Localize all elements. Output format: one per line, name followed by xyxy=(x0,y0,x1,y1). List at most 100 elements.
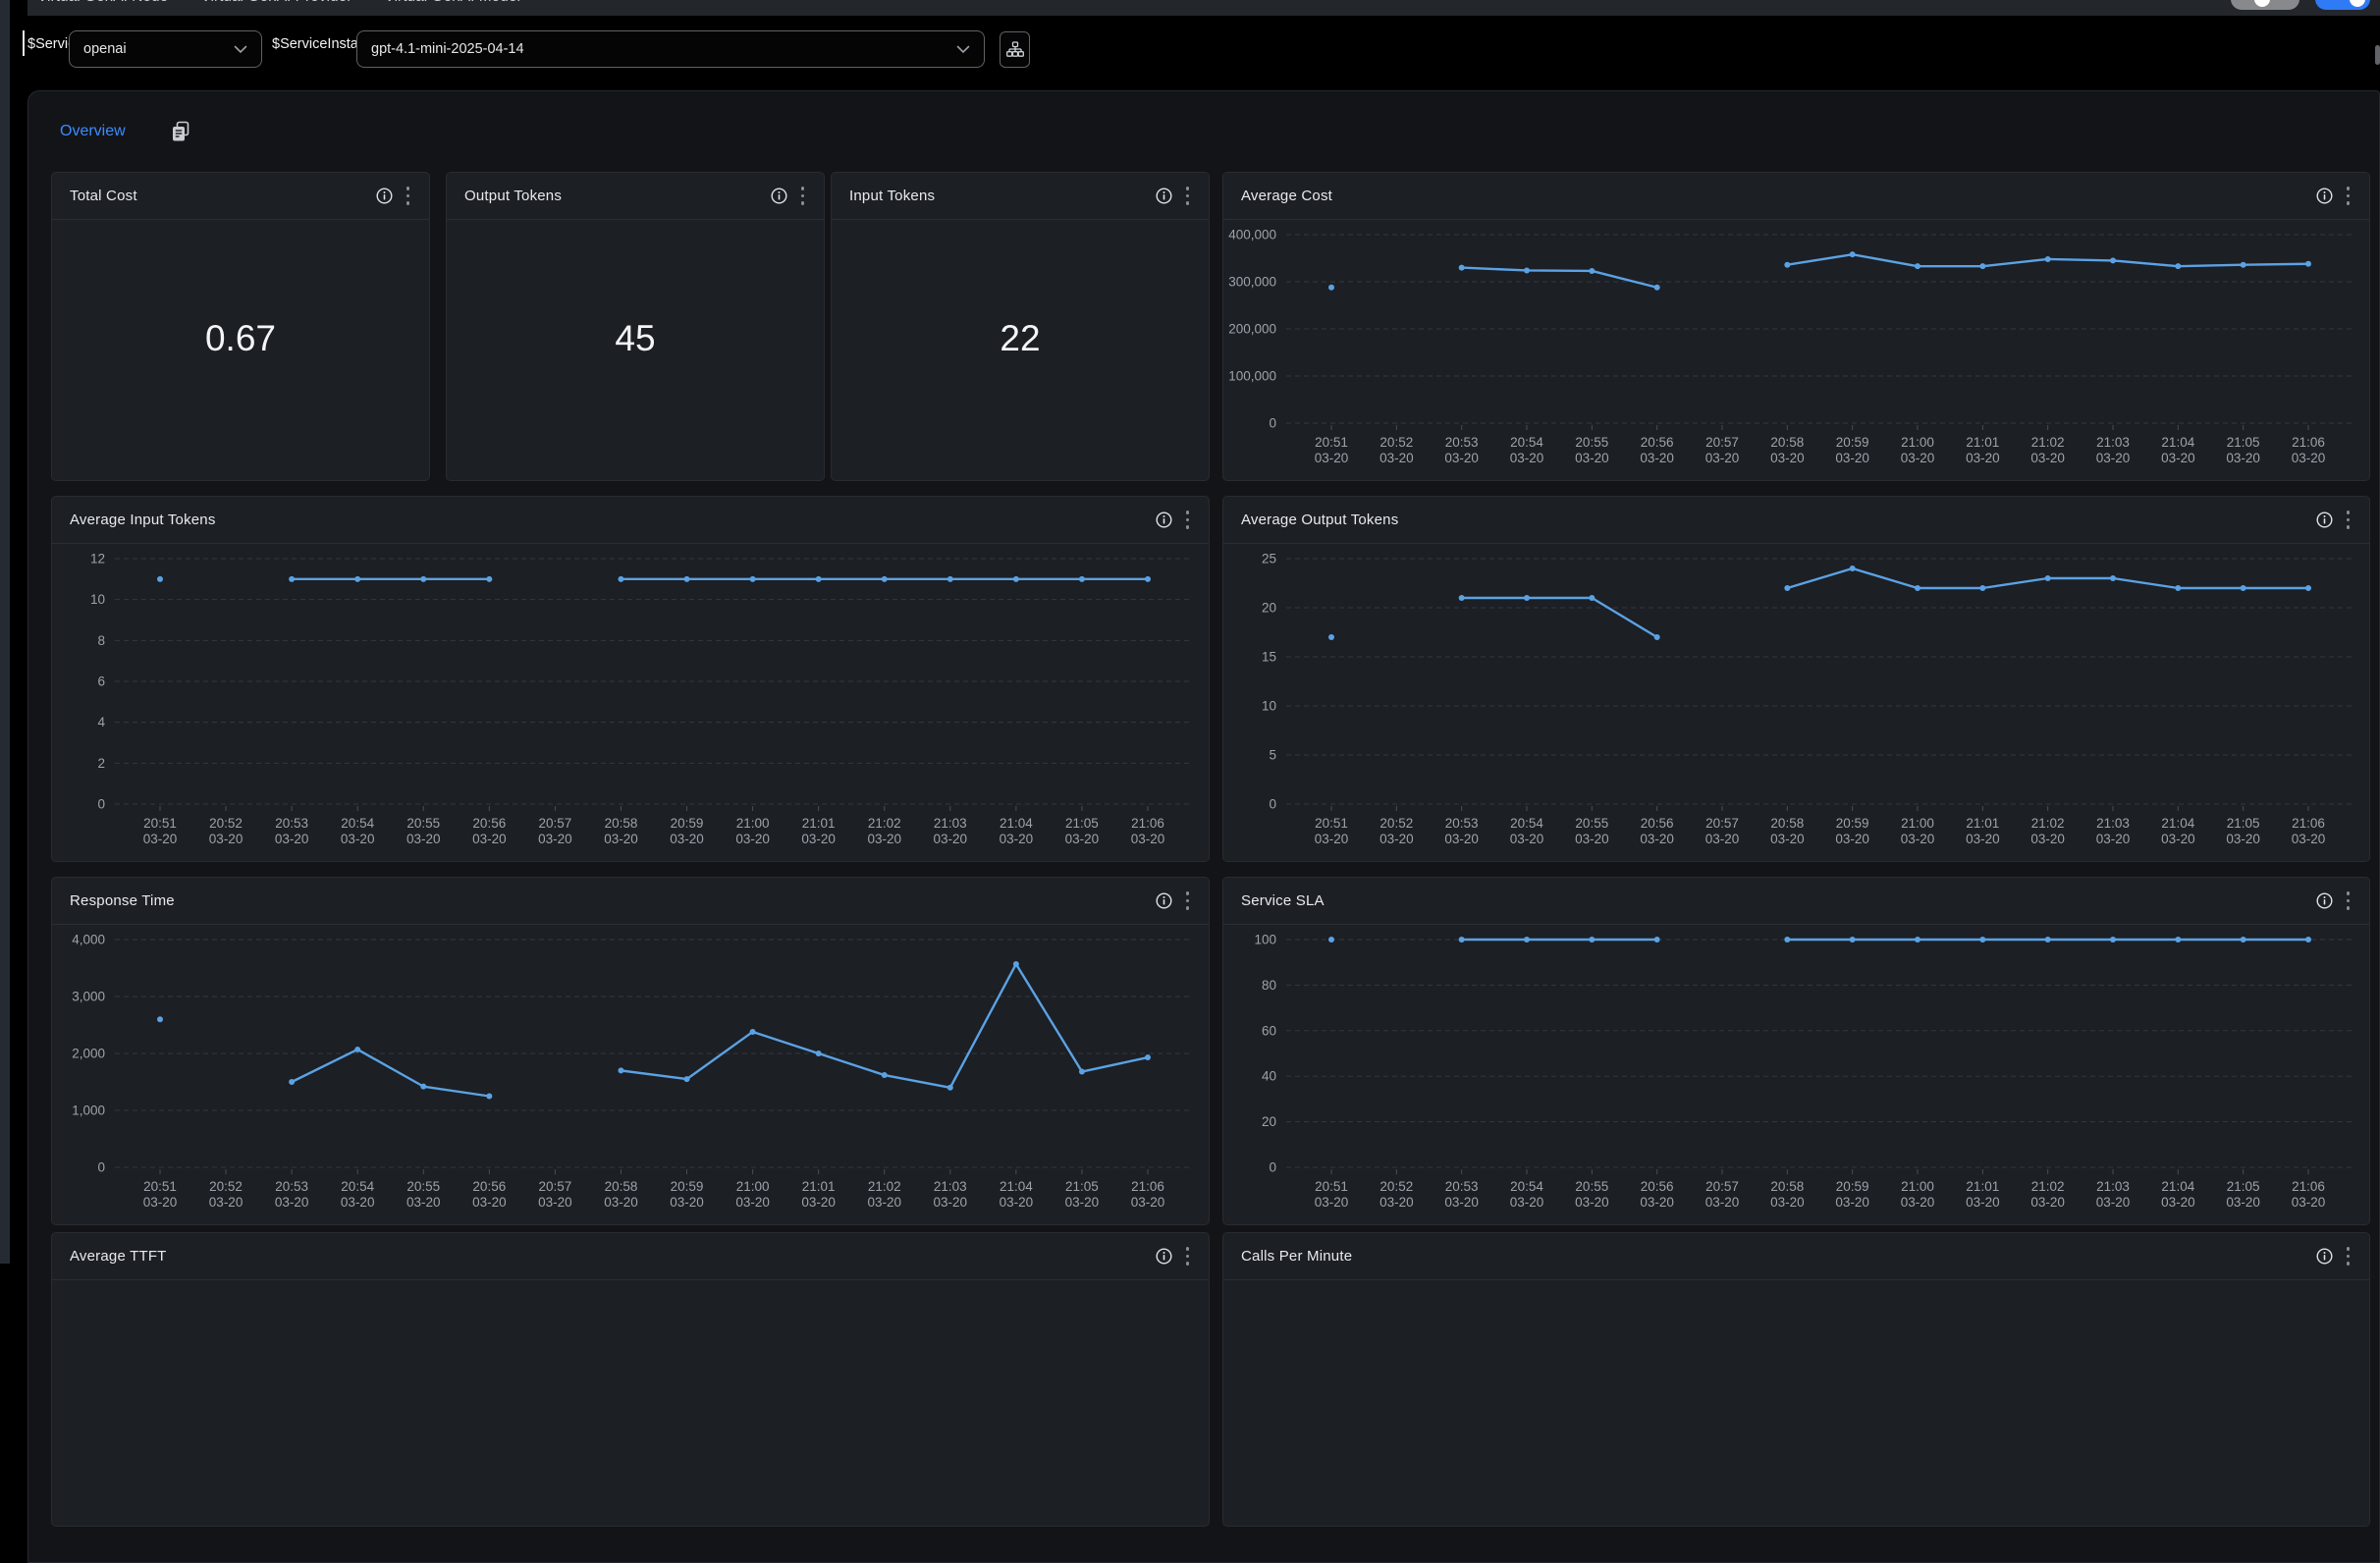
svg-text:03-20: 03-20 xyxy=(670,832,704,846)
panel-header: Output Tokens xyxy=(447,173,824,220)
chart-canvas[interactable]: 01,0002,0003,0004,00020:5103-2020:5203-2… xyxy=(52,926,1209,1224)
info-icon[interactable] xyxy=(2316,892,2333,909)
svg-text:03-20: 03-20 xyxy=(1510,451,1544,465)
svg-text:03-20: 03-20 xyxy=(406,1195,441,1210)
panel-body: 45 xyxy=(447,221,824,480)
panel-average-ttft: Average TTFT xyxy=(51,1232,1210,1527)
service-instance-select[interactable]: gpt-4.1-mini-2025-04-14 xyxy=(356,30,985,68)
panel-header-icons xyxy=(2316,1245,2353,1267)
panel-menu-kebab-icon[interactable] xyxy=(799,185,807,207)
toggle-switch-on[interactable] xyxy=(2315,0,2370,10)
svg-text:21:00: 21:00 xyxy=(1901,816,1934,831)
info-icon[interactable] xyxy=(771,188,787,204)
service-select[interactable]: openai xyxy=(69,30,262,68)
svg-text:03-20: 03-20 xyxy=(1705,451,1740,465)
info-icon[interactable] xyxy=(1156,188,1172,204)
panel-header: Average Input Tokens xyxy=(52,497,1209,544)
breadcrumb-separator-icon: › xyxy=(365,0,370,5)
info-icon[interactable] xyxy=(1156,512,1172,528)
svg-text:100: 100 xyxy=(1254,933,1276,947)
panel-menu-kebab-icon[interactable] xyxy=(2345,889,2353,912)
panel-menu-kebab-icon[interactable] xyxy=(405,185,412,207)
stat-value: 45 xyxy=(615,318,655,359)
svg-text:03-20: 03-20 xyxy=(2096,832,2131,846)
svg-text:20:56: 20:56 xyxy=(472,816,506,831)
svg-text:20:52: 20:52 xyxy=(1379,435,1413,450)
panel-menu-kebab-icon[interactable] xyxy=(1184,889,1192,912)
info-icon[interactable] xyxy=(2316,188,2333,204)
svg-text:03-20: 03-20 xyxy=(1966,1195,2000,1210)
svg-text:20:53: 20:53 xyxy=(275,816,308,831)
chart-canvas[interactable]: 02040608010020:5103-2020:5203-2020:5303-… xyxy=(1223,926,2369,1224)
svg-text:20:57: 20:57 xyxy=(539,1179,572,1194)
topology-view-button[interactable] xyxy=(1000,31,1030,68)
svg-text:03-20: 03-20 xyxy=(406,832,441,846)
breadcrumb-item[interactable]: Virtual GenAI Provider xyxy=(200,0,352,5)
svg-text:3,000: 3,000 xyxy=(72,990,105,1004)
tab-row: Overview xyxy=(60,121,190,142)
info-icon[interactable] xyxy=(376,188,393,204)
panel-menu-kebab-icon[interactable] xyxy=(1184,509,1192,531)
svg-text:03-20: 03-20 xyxy=(867,1195,901,1210)
panel-menu-kebab-icon[interactable] xyxy=(2345,185,2353,207)
page-scrollbar-thumb[interactable] xyxy=(2375,45,2380,65)
svg-text:21:04: 21:04 xyxy=(1000,1179,1033,1194)
svg-text:03-20: 03-20 xyxy=(1640,451,1674,465)
svg-text:20:53: 20:53 xyxy=(275,1179,308,1194)
panel-header-icons xyxy=(2316,889,2353,912)
panel-title: Service SLA xyxy=(1241,892,1325,909)
svg-text:03-20: 03-20 xyxy=(209,1195,243,1210)
svg-text:03-20: 03-20 xyxy=(604,1195,638,1210)
svg-text:2: 2 xyxy=(97,756,105,771)
svg-text:21:00: 21:00 xyxy=(736,816,770,831)
panel-menu-kebab-icon[interactable] xyxy=(1184,1245,1192,1267)
svg-text:20:58: 20:58 xyxy=(605,816,638,831)
info-icon[interactable] xyxy=(2316,1248,2333,1265)
panel-header: Calls Per Minute xyxy=(1223,1233,2369,1280)
svg-text:03-20: 03-20 xyxy=(2161,451,2195,465)
svg-text:21:02: 21:02 xyxy=(2031,1179,2065,1194)
svg-text:20:55: 20:55 xyxy=(406,816,440,831)
svg-text:03-20: 03-20 xyxy=(1000,1195,1034,1210)
svg-text:20:52: 20:52 xyxy=(1379,1179,1413,1194)
info-icon[interactable] xyxy=(2316,512,2333,528)
chevron-down-icon xyxy=(956,45,970,54)
svg-text:03-20: 03-20 xyxy=(2161,1195,2195,1210)
info-icon[interactable] xyxy=(1156,1248,1172,1265)
copy-dashboard-icon[interactable] xyxy=(171,121,190,142)
panel-body xyxy=(1223,1281,2369,1526)
svg-text:03-20: 03-20 xyxy=(341,832,375,846)
svg-text:21:01: 21:01 xyxy=(1966,816,1999,831)
tab-overview[interactable]: Overview xyxy=(60,123,126,140)
chart-canvas[interactable]: 0100,000200,000300,000400,00020:5103-202… xyxy=(1223,221,2369,480)
svg-text:03-20: 03-20 xyxy=(1575,451,1609,465)
svg-text:20:58: 20:58 xyxy=(1770,816,1804,831)
svg-text:20:54: 20:54 xyxy=(341,1179,374,1194)
svg-text:03-20: 03-20 xyxy=(1510,832,1544,846)
svg-text:400,000: 400,000 xyxy=(1228,228,1276,243)
svg-text:03-20: 03-20 xyxy=(604,832,638,846)
svg-text:03-20: 03-20 xyxy=(2292,451,2326,465)
panel-menu-kebab-icon[interactable] xyxy=(1184,185,1192,207)
panel-header-icons xyxy=(2316,185,2353,207)
svg-text:03-20: 03-20 xyxy=(1966,832,2000,846)
panel-header: Average Cost xyxy=(1223,173,2369,220)
svg-text:03-20: 03-20 xyxy=(1379,832,1414,846)
panel-menu-kebab-icon[interactable] xyxy=(2345,1245,2353,1267)
panel-menu-kebab-icon[interactable] xyxy=(2345,509,2353,531)
info-icon[interactable] xyxy=(1156,892,1172,909)
toggle-switch-off[interactable] xyxy=(2231,0,2299,10)
chart-canvas[interactable]: 02468101220:5103-2020:5203-2020:5303-202… xyxy=(52,545,1209,861)
panel-service-sla: Service SLA 02040608010020:5103-2020:520… xyxy=(1222,877,2370,1225)
panel-header: Input Tokens xyxy=(832,173,1209,220)
svg-text:03-20: 03-20 xyxy=(1131,1195,1165,1210)
svg-text:21:03: 21:03 xyxy=(934,816,967,831)
breadcrumb-item[interactable]: Virtual GenAI Node xyxy=(37,0,168,5)
chart-canvas[interactable]: 051015202520:5103-2020:5203-2020:5303-20… xyxy=(1223,545,2369,861)
svg-text:03-20: 03-20 xyxy=(1575,832,1609,846)
panel-title: Average Output Tokens xyxy=(1241,512,1398,528)
svg-text:20:59: 20:59 xyxy=(671,1179,704,1194)
svg-text:03-20: 03-20 xyxy=(1901,1195,1935,1210)
svg-text:4: 4 xyxy=(97,715,105,729)
panel-body xyxy=(52,1281,1209,1526)
